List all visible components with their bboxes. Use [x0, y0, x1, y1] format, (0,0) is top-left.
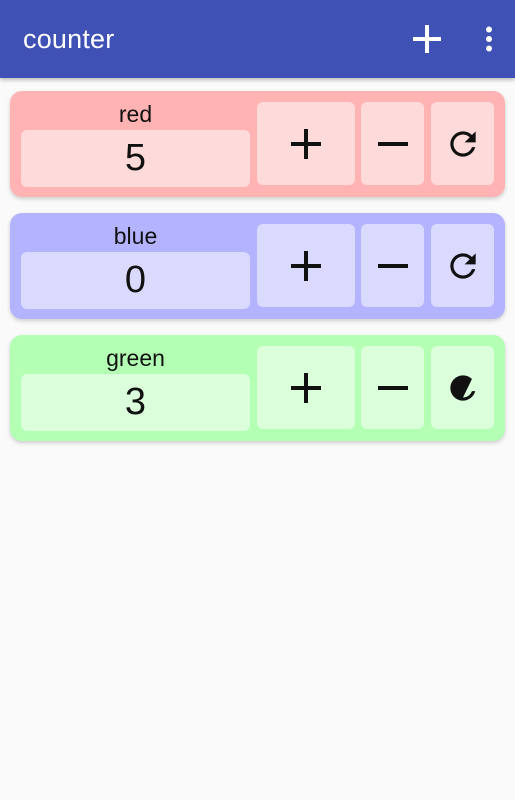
counter-card-blue: blue 0	[10, 213, 505, 319]
reset-button[interactable]	[431, 346, 494, 429]
plus-icon	[291, 372, 321, 403]
minus-icon	[377, 141, 408, 146]
decrement-button[interactable]	[361, 102, 424, 185]
plus-icon	[291, 128, 321, 159]
refresh-icon	[449, 130, 476, 157]
counter-value: 5	[21, 130, 250, 187]
counter-name: blue	[113, 223, 158, 249]
reset-button[interactable]	[431, 224, 494, 307]
increment-button[interactable]	[257, 224, 355, 307]
plus-icon	[413, 25, 441, 53]
counter-card-red: red 5	[10, 91, 505, 197]
overflow-menu-button[interactable]	[469, 15, 509, 63]
counter-card-green: green 3	[10, 335, 505, 441]
minus-icon	[377, 263, 408, 268]
app-title: counter	[23, 23, 115, 54]
counter-name: green	[106, 345, 165, 371]
reset-button[interactable]	[431, 102, 494, 185]
decrement-button[interactable]	[361, 346, 424, 429]
add-counter-button[interactable]	[403, 15, 451, 63]
decrement-button[interactable]	[361, 224, 424, 307]
more-vert-icon	[486, 26, 492, 52]
refresh-icon	[449, 252, 476, 279]
plus-icon	[291, 250, 321, 281]
increment-button[interactable]	[257, 346, 355, 429]
counter-value: 3	[21, 374, 250, 431]
counter-value: 0	[21, 252, 250, 309]
increment-button[interactable]	[257, 102, 355, 185]
refresh-icon	[449, 374, 475, 401]
app-bar: counter	[0, 0, 515, 78]
counter-name: red	[118, 101, 153, 127]
minus-icon	[377, 385, 408, 390]
counter-list: red 5 blue 0 green 3	[10, 91, 505, 457]
